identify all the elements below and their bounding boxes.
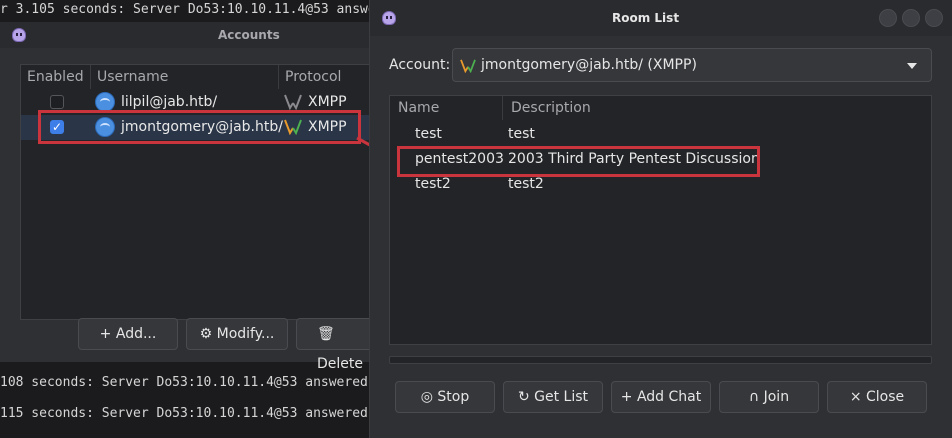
account-avatar-icon (95, 92, 115, 112)
stop-button[interactable]: ◎ Stop (395, 381, 495, 413)
terminal-line: r 3.105 seconds: Server Do53:10.10.11.4@… (0, 2, 400, 17)
get-list-button[interactable]: ↻ Get List (503, 381, 603, 413)
room-list-window: Room List Account: jmontgomery@jab.htb/ … (369, 0, 952, 438)
stop-icon: ◎ (420, 389, 438, 405)
minimize-button[interactable] (879, 9, 897, 27)
room-name-cell: test (415, 126, 442, 142)
terminal-line: 115 seconds: Server Do53:10.10.11.4@53 a… (0, 406, 368, 421)
pidgin-app-icon (382, 11, 396, 25)
highlight-box-room (397, 146, 760, 177)
account-combobox[interactable]: jmontgomery@jab.htb/ (XMPP) (452, 48, 932, 82)
delete-account-button[interactable]: 🗑 Delete (296, 318, 375, 372)
accounts-window: Accounts Enabled Username Protocol lilpi… (0, 22, 380, 372)
plus-icon: + (620, 389, 637, 405)
trash-icon: 🗑 (317, 326, 335, 342)
highlight-box-account (38, 110, 361, 144)
maximize-button[interactable] (902, 9, 920, 27)
chevron-down-icon (907, 63, 917, 69)
join-icon: ∩ (748, 389, 764, 405)
column-header-name[interactable]: Name (390, 96, 503, 120)
column-header-username[interactable]: Username (91, 65, 279, 89)
add-chat-button[interactable]: + Add Chat (611, 381, 711, 413)
room-table: Name Description test test pentest2003 2… (389, 95, 932, 345)
enabled-checkbox[interactable] (50, 95, 64, 109)
xmpp-icon (460, 59, 476, 73)
close-icon: × (849, 389, 867, 405)
account-combobox-value: jmontgomery@jab.htb/ (XMPP) (481, 57, 697, 73)
refresh-icon: ↻ (517, 389, 535, 405)
accounts-table: Enabled Username Protocol lilpil@jab.htb… (20, 64, 380, 320)
join-button[interactable]: ∩ Join (719, 381, 819, 413)
room-list-titlebar: Room List (370, 0, 952, 36)
close-button[interactable]: × Close (827, 381, 927, 413)
modify-account-button[interactable]: ⚙ Modify... (186, 318, 288, 350)
plus-icon: + (99, 326, 116, 342)
terminal-line: 108 seconds: Server Do53:10.10.11.4@53 a… (0, 375, 368, 390)
account-label: Account: (389, 57, 451, 73)
add-account-button[interactable]: + Add... (78, 318, 178, 350)
table-row[interactable]: test test (390, 122, 931, 147)
column-header-description[interactable]: Description (503, 96, 933, 120)
accounts-window-title: Accounts (218, 28, 280, 42)
room-description-cell: test (508, 126, 535, 142)
close-window-button[interactable] (925, 9, 943, 27)
column-header-enabled[interactable]: Enabled (21, 65, 91, 89)
xmpp-icon (284, 94, 302, 110)
room-list-window-title: Room List (612, 11, 680, 25)
column-header-protocol[interactable]: Protocol (279, 65, 381, 89)
pidgin-app-icon (12, 28, 26, 42)
wrench-icon: ⚙ (199, 326, 217, 342)
progress-bar (389, 356, 932, 364)
accounts-titlebar: Accounts (0, 22, 375, 48)
